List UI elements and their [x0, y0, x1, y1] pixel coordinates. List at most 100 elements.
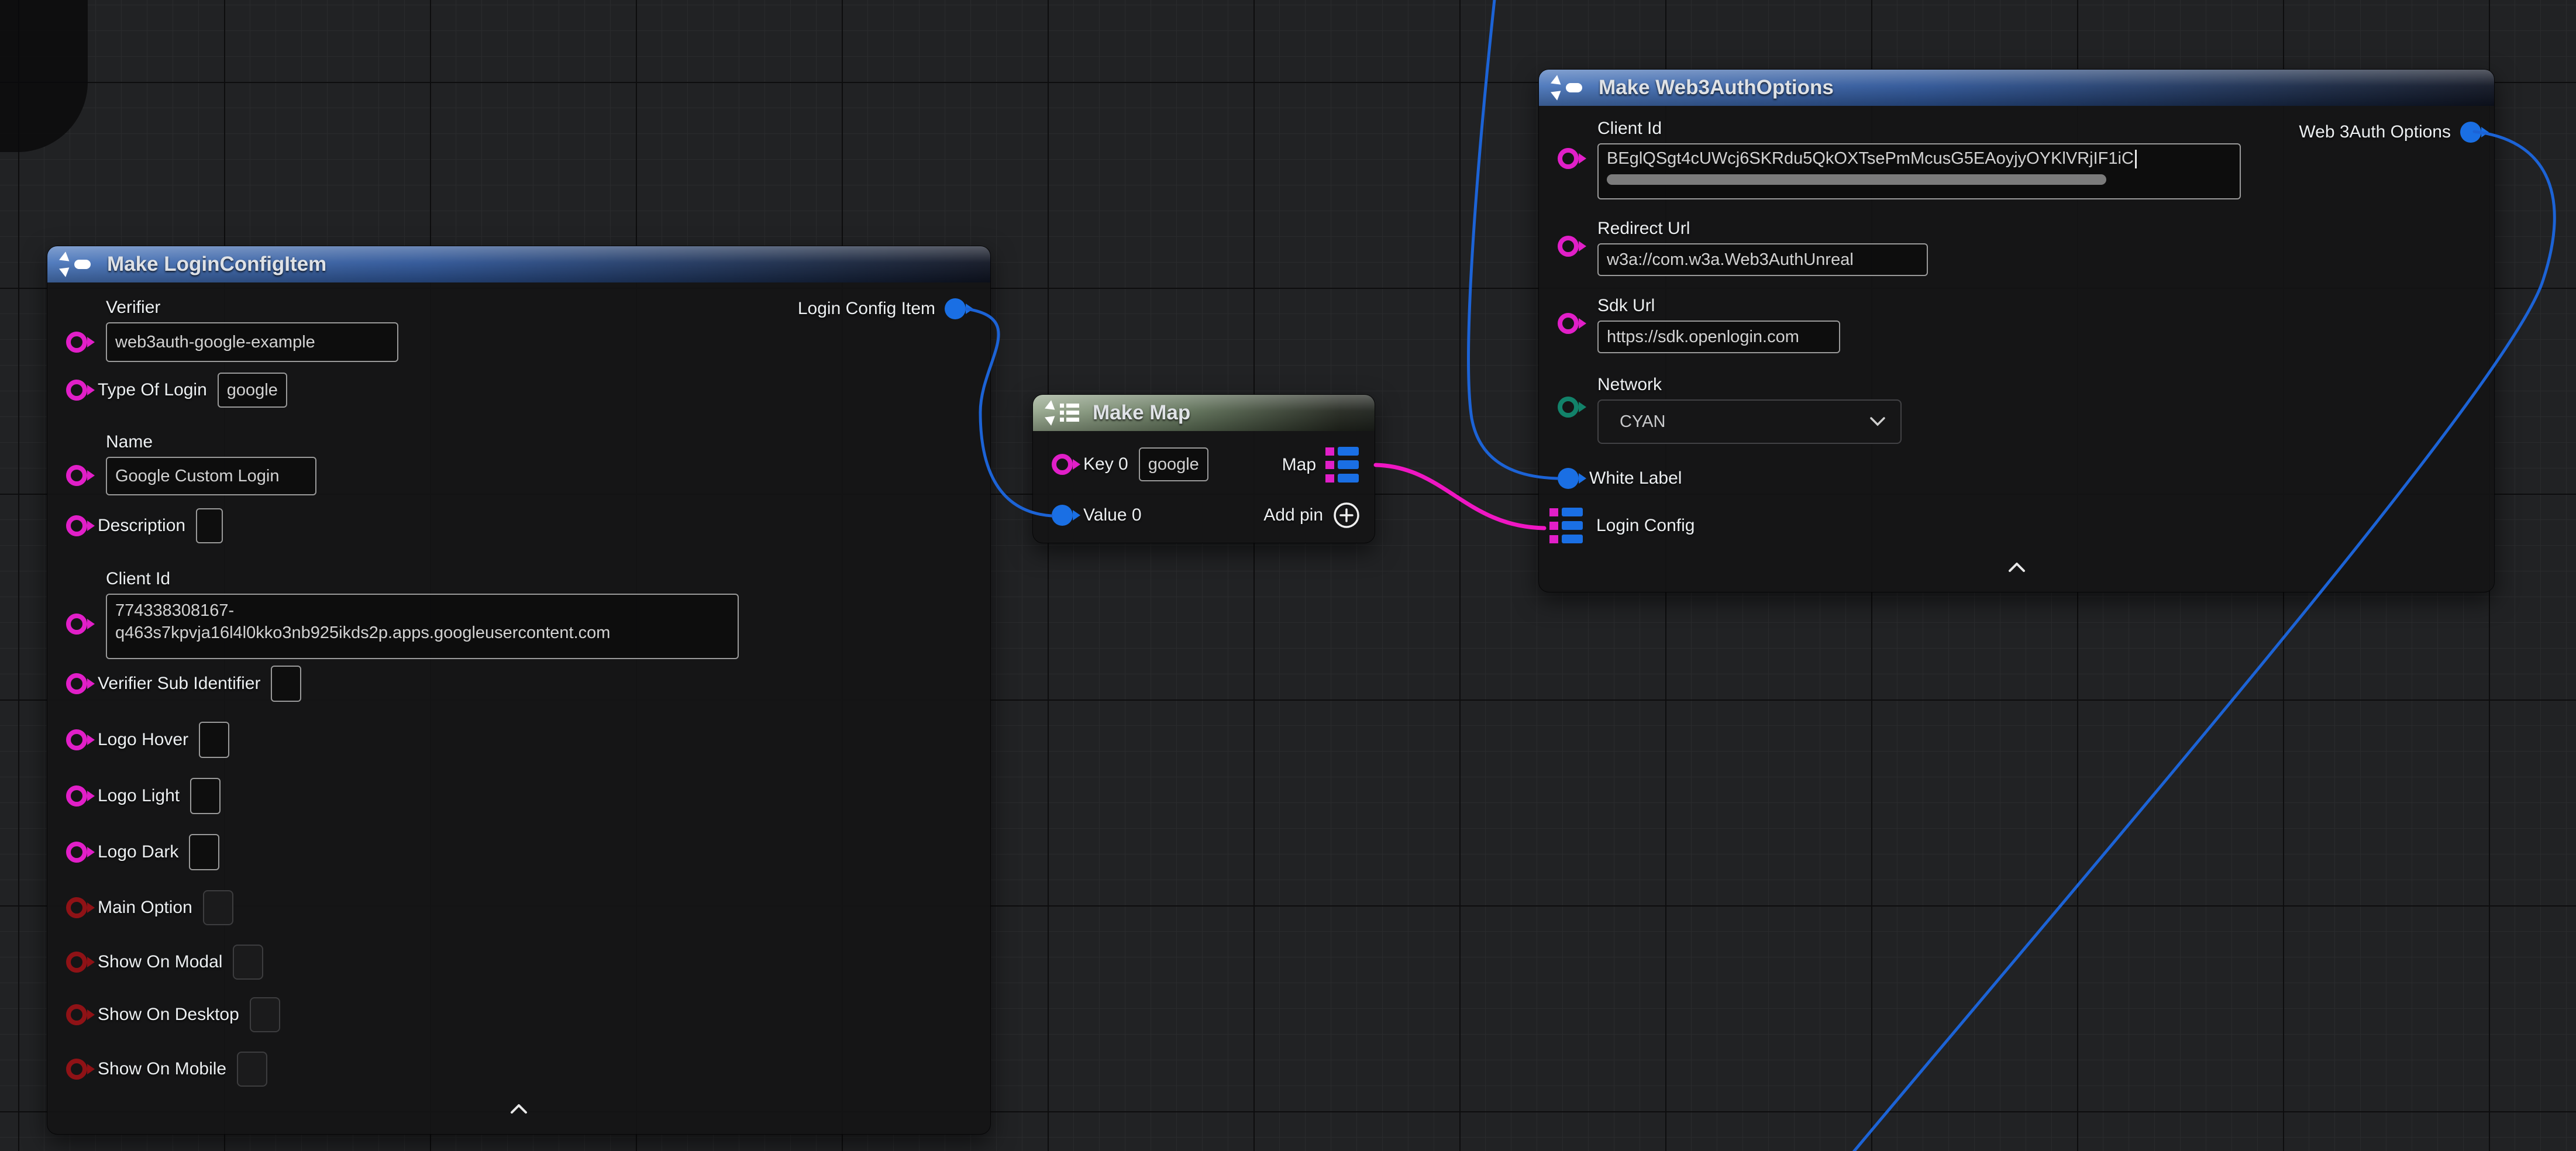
- bool-pin[interactable]: [66, 1004, 87, 1025]
- client-id-line2: q463s7kpvja16l4l0kko3nb925ikds2p.apps.go…: [115, 623, 610, 642]
- string-pin[interactable]: [66, 380, 87, 401]
- output-row-map: Map: [1282, 446, 1364, 484]
- collapse-chevron-icon: [2008, 562, 2026, 573]
- object-pin-connected[interactable]: [1052, 505, 1073, 526]
- pin-label-verifier: Verifier: [106, 298, 398, 318]
- pin-label-client-id: Client Id: [106, 569, 739, 589]
- text-cursor: [2135, 150, 2137, 168]
- pin-label-sdk-url: Sdk Url: [1597, 296, 1840, 316]
- object-pin-connected[interactable]: [945, 298, 966, 319]
- pin-label-client-id: Client Id: [1597, 119, 2241, 139]
- pin-row-show-on-modal: Show On Modal: [66, 943, 263, 981]
- output-pin-label-map: Map: [1282, 455, 1316, 475]
- pin-label-show-on-modal: Show On Modal: [98, 952, 222, 972]
- pin-label-show-on-mobile: Show On Mobile: [98, 1059, 226, 1079]
- collapse-button[interactable]: [2004, 560, 2030, 575]
- client-id-input[interactable]: BEglQSgt4cUWcj6SKRdu5QkOXTsePmMcusG5EAoy…: [1597, 143, 2241, 199]
- map-pin-connected[interactable]: [1549, 508, 1588, 544]
- offscreen-node-corner: [0, 0, 88, 152]
- output-pin-label: Web 3Auth Options: [2299, 122, 2451, 142]
- client-id-value: BEglQSgt4cUWcj6SKRdu5QkOXTsePmMcusG5EAoy…: [1607, 149, 2134, 168]
- name-input[interactable]: Google Custom Login: [106, 457, 316, 495]
- show-on-modal-checkbox[interactable]: [233, 945, 263, 980]
- node-title: Make Web3AuthOptions: [1599, 76, 1834, 99]
- string-pin[interactable]: [66, 842, 87, 863]
- collapse-button[interactable]: [506, 1101, 532, 1116]
- node-make-loginconfigitem[interactable]: Make LoginConfigItem Login Config Item V…: [47, 246, 991, 1135]
- pin-label-logo-light: Logo Light: [98, 786, 180, 806]
- make-map-icon: [1047, 401, 1081, 425]
- collapse-chevron-icon: [510, 1104, 528, 1114]
- add-pin-icon[interactable]: [1332, 501, 1361, 529]
- pin-label-name: Name: [106, 432, 316, 452]
- bool-pin[interactable]: [66, 1059, 87, 1080]
- wire-map-to-loginconfig[interactable]: [1376, 465, 1544, 528]
- pin-label-value-0: Value 0: [1083, 505, 1142, 525]
- verifier-input[interactable]: web3auth-google-example: [106, 322, 398, 362]
- show-on-mobile-checkbox[interactable]: [237, 1052, 267, 1087]
- network-selected-value: CYAN: [1620, 412, 1665, 432]
- pin-row-login-config: Login Config: [1549, 507, 1695, 545]
- pin-row-type-of-login: Type Of Login google: [66, 371, 287, 409]
- node-header[interactable]: Make Map: [1033, 395, 1375, 431]
- output-pin-label: Login Config Item: [798, 299, 935, 319]
- verifier-sub-identifier-input[interactable]: [271, 666, 301, 702]
- output-row-web3auth-options: Web 3Auth Options: [2299, 113, 2481, 151]
- node-title: Make Map: [1093, 401, 1190, 425]
- object-pin-connected[interactable]: [1558, 468, 1579, 489]
- map-pin-connected[interactable]: [1325, 447, 1364, 483]
- add-pin-row[interactable]: Add pin: [1263, 497, 1361, 534]
- logo-dark-input[interactable]: [189, 834, 219, 870]
- sdk-url-input[interactable]: https://sdk.openlogin.com: [1597, 321, 1840, 353]
- pin-label-type-of-login: Type Of Login: [98, 380, 207, 400]
- network-dropdown[interactable]: CYAN: [1597, 399, 1902, 444]
- string-pin[interactable]: [66, 673, 87, 694]
- node-header[interactable]: Make Web3AuthOptions: [1539, 70, 2494, 106]
- key-0-input[interactable]: google: [1139, 447, 1208, 481]
- type-of-login-input[interactable]: google: [218, 373, 287, 408]
- pin-label-description: Description: [98, 516, 185, 536]
- pin-row-value-0: Value 0: [1052, 497, 1142, 534]
- node-title: Make LoginConfigItem: [107, 253, 326, 276]
- node-make-map[interactable]: Make Map Key 0 google Map Value 0 Add pi…: [1032, 394, 1375, 543]
- add-pin-label: Add pin: [1263, 505, 1323, 525]
- main-option-checkbox[interactable]: [203, 890, 233, 925]
- pin-row-logo-hover: Logo Hover: [66, 721, 229, 759]
- pin-row-description: Description: [66, 507, 223, 545]
- pin-row-white-label: White Label: [1558, 460, 1682, 497]
- pin-label-redirect-url: Redirect Url: [1597, 219, 1928, 239]
- pin-label-white-label: White Label: [1589, 468, 1682, 488]
- pin-row-logo-light: Logo Light: [66, 777, 221, 815]
- description-input[interactable]: [196, 508, 223, 543]
- redirect-url-input[interactable]: w3a://com.w3a.Web3AuthUnreal: [1597, 243, 1928, 276]
- pin-label-network: Network: [1597, 375, 1902, 395]
- output-row-login-config-item: Login Config Item: [798, 290, 966, 328]
- pin-label-login-config: Login Config: [1596, 516, 1695, 536]
- blueprint-canvas[interactable]: { "editor": "unreal-blueprint-graph", "c…: [0, 0, 2576, 1151]
- logo-light-input[interactable]: [190, 778, 221, 814]
- pin-label-verifier-sub-identifier: Verifier Sub Identifier: [98, 674, 260, 694]
- horizontal-scrollbar[interactable]: [1607, 174, 2106, 185]
- string-pin[interactable]: [66, 729, 87, 750]
- show-on-desktop-checkbox[interactable]: [250, 997, 280, 1032]
- string-pin[interactable]: [1052, 454, 1073, 475]
- string-pin[interactable]: [66, 515, 87, 536]
- node-header[interactable]: Make LoginConfigItem: [47, 246, 990, 282]
- string-pin[interactable]: [66, 785, 87, 807]
- client-id-input[interactable]: 774338308167- q463s7kpvja16l4l0kko3nb925…: [106, 594, 739, 659]
- pin-row-show-on-mobile: Show On Mobile: [66, 1050, 267, 1088]
- pin-row-show-on-desktop: Show On Desktop: [66, 996, 280, 1033]
- pin-row-logo-dark: Logo Dark: [66, 833, 219, 871]
- bool-pin[interactable]: [66, 952, 87, 973]
- pin-label-key-0: Key 0: [1083, 454, 1128, 474]
- pin-row-main-option: Main Option: [66, 889, 233, 926]
- make-struct-icon: [1553, 76, 1587, 99]
- node-make-web3authoptions[interactable]: Make Web3AuthOptions Web 3Auth Options C…: [1538, 69, 2495, 592]
- pin-row-verifier-sub-identifier: Verifier Sub Identifier: [66, 665, 301, 702]
- logo-hover-input[interactable]: [199, 722, 229, 758]
- bool-pin[interactable]: [66, 897, 87, 918]
- pin-label-logo-dark: Logo Dark: [98, 842, 178, 862]
- pin-label-logo-hover: Logo Hover: [98, 730, 188, 750]
- pin-row-key-0: Key 0 google: [1052, 446, 1208, 483]
- pin-label-show-on-desktop: Show On Desktop: [98, 1005, 239, 1025]
